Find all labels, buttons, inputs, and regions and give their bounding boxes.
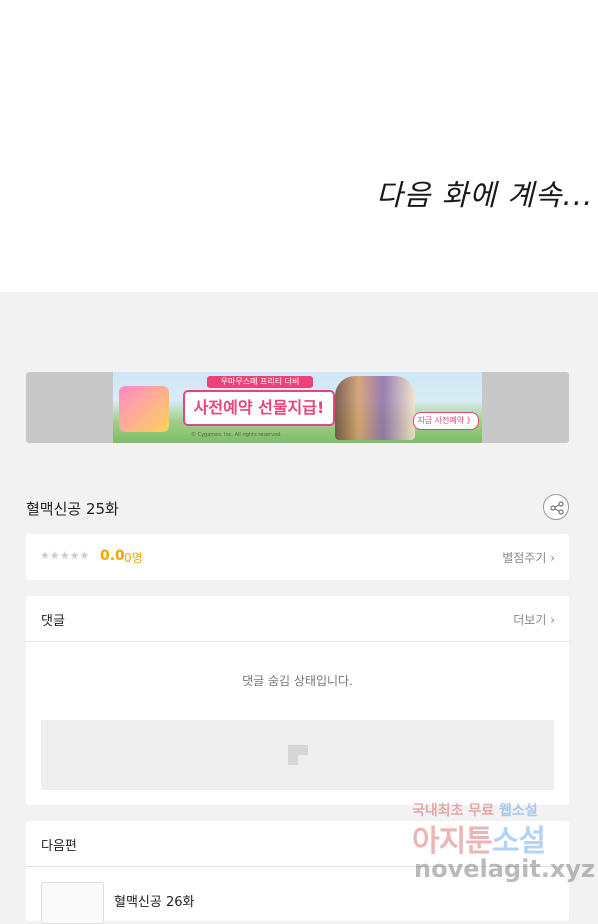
next-episode-title[interactable]: 혈맥신공 26화 [114, 891, 194, 910]
comic-panel-end: 다음 화에 계속... [0, 0, 598, 292]
ad-banner-container[interactable]: 우마무스메 프리티 더비 사전예약 선물지급! 지금 사전예약 》 © Cyga… [26, 372, 569, 443]
rating-people-count: 0명 [124, 551, 143, 565]
ad-game-logo [119, 386, 169, 432]
ad-banner[interactable]: 우마무스메 프리티 더비 사전예약 선물지급! 지금 사전예약 》 © Cyga… [113, 372, 482, 443]
comment-placeholder-icon [288, 745, 308, 765]
ad-headline: 사전예약 선물지급! [183, 390, 335, 426]
watermark-line1-highlight: 웹소설 [499, 803, 538, 819]
episode-title: 혈맥신공 25화 [26, 500, 119, 518]
next-episode-card: 다음편 혈맥신공 26화 [26, 821, 569, 924]
rating-stars: ★★★★★ [40, 549, 90, 562]
to-be-continued-text: 다음 화에 계속... [376, 178, 594, 212]
rating-card: ★★★★★ 0.0 0명 별점주기 › [26, 534, 569, 580]
watermark-line1-prefix: 국내최초 무료 [412, 803, 500, 819]
next-episode-heading: 다음편 [41, 839, 77, 854]
comment-input-area[interactable] [41, 720, 554, 790]
ad-cta-button[interactable]: 지금 사전예약 》 [413, 412, 479, 430]
comment-more-link[interactable]: 더보기 › [513, 611, 555, 628]
episode-title-row: 혈맥신공 25화 [26, 494, 569, 522]
ad-sub-text: 우마무스메 프리티 더비 [207, 376, 313, 388]
share-button[interactable] [543, 494, 569, 520]
next-episode-thumbnail[interactable] [41, 882, 104, 924]
comment-hidden-message: 댓글 숨김 상태입니다. [242, 674, 353, 688]
comment-card: 댓글 더보기 › 댓글 숨김 상태입니다. [26, 596, 569, 805]
next-episode-header: 다음편 [26, 821, 569, 867]
ad-character-art [335, 376, 415, 440]
share-icon [550, 501, 564, 515]
rate-button[interactable]: 별점주기 › [502, 549, 555, 566]
comment-header: 댓글 더보기 › [26, 596, 569, 642]
comment-title: 댓글 [41, 614, 65, 629]
ad-copyright: © Cygames, Inc. All rights reserved. [191, 432, 282, 438]
rating-score: 0.0 [100, 548, 125, 564]
